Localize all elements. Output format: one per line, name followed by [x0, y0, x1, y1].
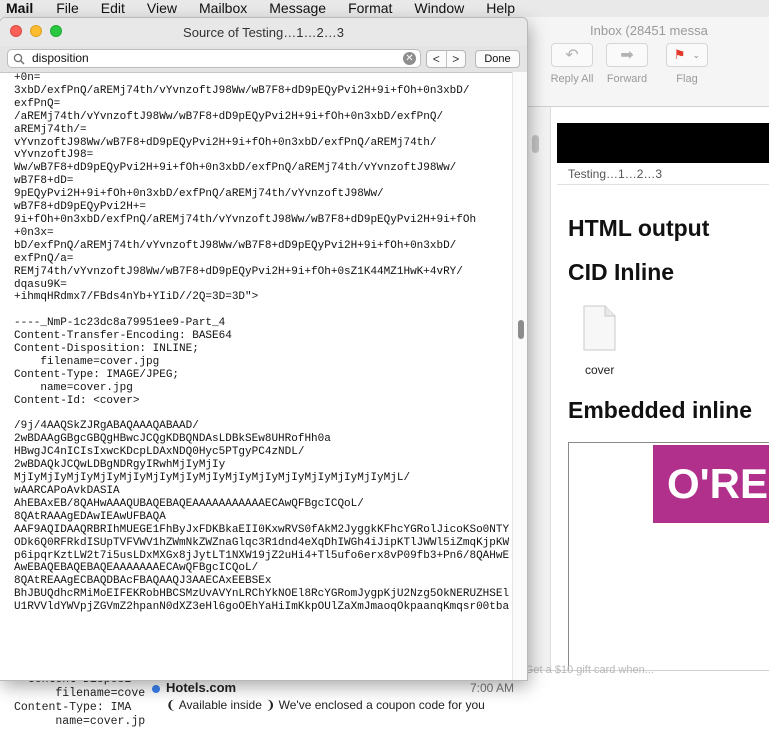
forward-icon: ➡	[606, 43, 648, 67]
source-window: Source of Testing…1…2…3 ✕ < > Done +0n= …	[0, 18, 527, 680]
forward-button[interactable]: ➡ Forward	[602, 43, 652, 103]
find-navigation: < >	[426, 50, 466, 68]
search-icon	[13, 53, 25, 65]
redacted-header	[557, 123, 769, 163]
menu-message[interactable]: Message	[258, 0, 337, 17]
header-divider	[557, 184, 769, 185]
background-source-text: Content-Disposi filename=cove Content-Ty…	[14, 673, 146, 728]
document-icon[interactable]	[582, 305, 616, 351]
mail-window-title: Inbox (28451 messa	[590, 23, 708, 38]
reply-all-label: Reply All	[550, 73, 594, 85]
menu-view[interactable]: View	[136, 0, 188, 17]
menu-format[interactable]: Format	[337, 0, 403, 17]
source-scroll-thumb[interactable]	[518, 320, 524, 339]
heading-embedded-inline: Embedded inline	[568, 397, 753, 423]
mail-toolbar: ↶ Reply All ➡ Forward ⚑ ⌄ Flag	[528, 43, 769, 105]
flag-label: Flag	[676, 73, 698, 85]
message-time: 7:00 AM	[470, 681, 515, 695]
flag-icon: ⚑	[673, 47, 686, 62]
menu-bar: Mail File Edit View Mailbox Message Form…	[0, 0, 769, 18]
list-scroll-thumb[interactable]	[532, 135, 539, 153]
source-window-title: Source of Testing…1…2…3	[183, 25, 344, 40]
menu-file[interactable]: File	[45, 0, 90, 17]
source-titlebar[interactable]: Source of Testing…1…2…3	[0, 18, 527, 46]
menu-edit[interactable]: Edit	[90, 0, 136, 17]
menu-help[interactable]: Help	[475, 0, 526, 17]
menu-window[interactable]: Window	[403, 0, 475, 17]
find-previous-button[interactable]: <	[427, 51, 446, 67]
heading-html-output: HTML output	[568, 215, 710, 241]
flag-control: ⚑ ⌄	[666, 43, 708, 67]
reply-all-icon: ↶	[551, 43, 593, 67]
menu-app-mail[interactable]: Mail	[0, 0, 45, 17]
oreilly-logo: O'RE	[653, 445, 769, 523]
message-pane: Testing…1…2…3 HTML output CID Inline cov…	[551, 107, 769, 687]
clear-search-icon[interactable]: ✕	[403, 52, 416, 65]
menu-mailbox[interactable]: Mailbox	[188, 0, 258, 17]
find-field[interactable]: ✕	[7, 49, 421, 68]
source-scrollbar[interactable]	[512, 72, 527, 680]
embedded-image: O'RE	[568, 442, 769, 687]
heading-cid-inline: CID Inline	[568, 259, 675, 285]
message-preview: ❨ Available inside ❩ We've enclosed a co…	[166, 698, 485, 712]
chevron-down-icon: ⌄	[692, 49, 701, 60]
search-input[interactable]	[32, 50, 402, 67]
flag-button[interactable]: ⚑ ⌄ Flag	[662, 43, 712, 103]
message-subject: Testing…1…2…3	[568, 167, 663, 181]
source-text[interactable]: +0n= 3xbD/exfPnQ/aREMj74th/vYvnzoftJ98Ww…	[14, 72, 509, 680]
find-next-button[interactable]: >	[445, 51, 466, 67]
reply-all-button[interactable]: ↶ Reply All	[544, 43, 600, 103]
attachment-label: cover	[585, 363, 615, 377]
unread-dot-icon	[152, 685, 160, 693]
list-item[interactable]: 18: Hotels.com your Free Delivery by 12/…	[148, 664, 769, 729]
message-sender: Hotels.com	[166, 680, 237, 695]
message-list-scrollbar[interactable]	[528, 107, 551, 687]
find-bar: ✕ < > Done	[0, 46, 527, 73]
done-button[interactable]: Done	[475, 50, 520, 68]
forward-label: Forward	[606, 73, 648, 85]
